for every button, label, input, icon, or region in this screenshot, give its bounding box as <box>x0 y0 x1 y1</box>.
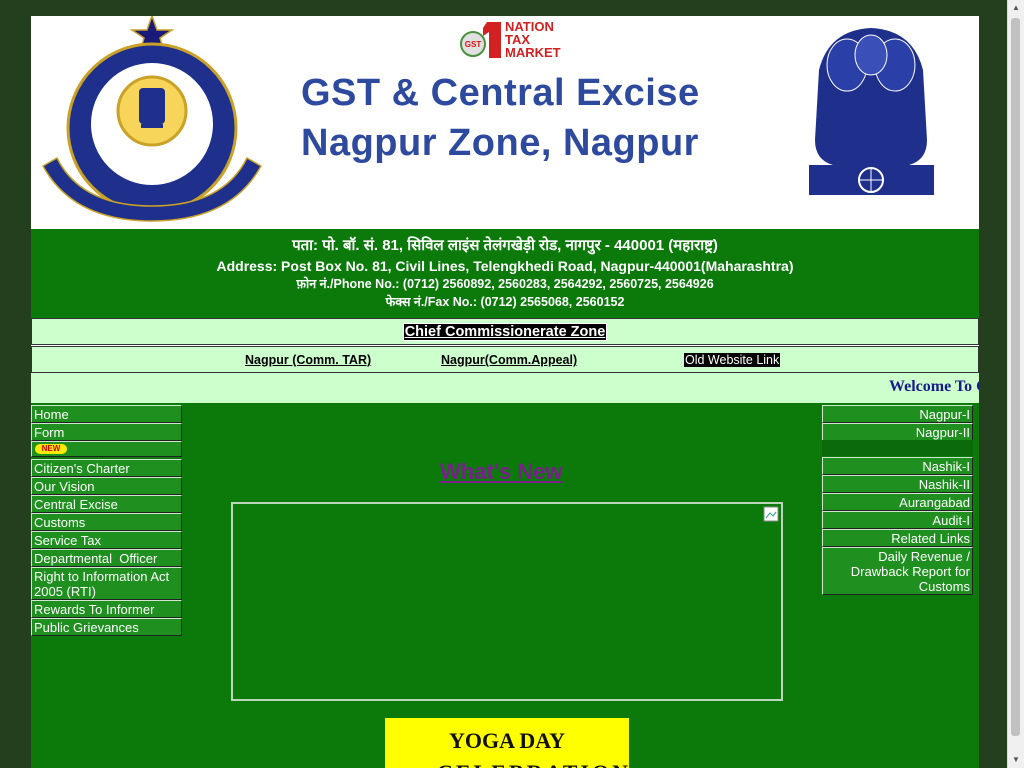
welcome-marquee: Welcome To C <box>31 373 979 403</box>
menu-audit-1[interactable]: Audit-I <box>822 511 973 529</box>
phone-numbers: फ़ोन नं./Phone No.: (0712) 2560892, 2560… <box>296 277 714 291</box>
page-container: GST NATION TAX MARKET GST & Central Exci… <box>31 16 979 768</box>
nagpur-comm-appeal-link[interactable]: Nagpur(Comm.Appeal) <box>441 353 577 367</box>
menu-rewards-informer[interactable]: Rewards To Informer <box>31 600 182 618</box>
vertical-scrollbar[interactable]: ▲ ▼ <box>1007 0 1024 768</box>
scroll-down-arrow-icon[interactable]: ▼ <box>1008 752 1024 768</box>
commissionerate-links-row: Nagpur (Comm. TAR) Nagpur(Comm.Appeal) O… <box>31 346 979 373</box>
menu-service-tax[interactable]: Service Tax <box>31 531 182 549</box>
menu-home[interactable]: Home <box>31 405 182 423</box>
one-nation-tax-market-logo-icon: GST NATION TAX MARKET <box>460 19 561 60</box>
menu-nashik-2[interactable]: Nashik-II <box>822 475 973 493</box>
address-block: पता: पो. बॉ. सं. 81, सिविल लाइंस तेलंगखे… <box>31 229 979 318</box>
right-menu-spacer <box>822 440 973 456</box>
menu-customs[interactable]: Customs <box>31 513 182 531</box>
scroll-up-arrow-icon[interactable]: ▲ <box>1008 0 1024 16</box>
menu-central-excise[interactable]: Central Excise <box>31 495 182 513</box>
new-badge-icon: NEW <box>35 444 67 454</box>
menu-rti[interactable]: Right to Information Act 2005 (RTI) <box>31 567 182 600</box>
header-banner: GST NATION TAX MARKET GST & Central Exci… <box>31 16 979 229</box>
menu-citizens-charter[interactable]: Citizen's Charter <box>31 459 182 477</box>
menu-nashik-1[interactable]: Nashik-I <box>822 457 973 475</box>
svg-text:MARKET: MARKET <box>505 45 561 60</box>
menu-public-grievances[interactable]: Public Grievances <box>31 618 182 636</box>
site-title-line2: Nagpur Zone, Nagpur <box>301 122 699 164</box>
menu-related-links[interactable]: Related Links <box>822 529 973 547</box>
whats-new-heading[interactable]: What's New <box>440 459 563 485</box>
broken-image-icon <box>763 506 779 522</box>
old-website-link[interactable]: Old Website Link <box>684 353 781 367</box>
menu-nagpur-1[interactable]: Nagpur-I <box>822 405 973 423</box>
fax-numbers: फेक्स नं./Fax No.: (0712) 2565068, 25601… <box>385 295 625 309</box>
yoga-day-banner[interactable]: YOGA DAY CELEBRATION <box>385 718 629 768</box>
address-hindi: पता: पो. बॉ. सं. 81, सिविल लाइंस तेलंगखे… <box>292 237 718 254</box>
address-english: Address: Post Box No. 81, Civil Lines, T… <box>216 258 794 274</box>
menu-nagpur-2[interactable]: Nagpur-II <box>822 423 973 441</box>
chief-commissionerate-zone-link[interactable]: Chief Commissionerate Zone <box>402 323 608 341</box>
customs-excise-emblem-icon <box>41 16 263 222</box>
menu-new-item[interactable]: NEW <box>31 441 182 457</box>
main-content: Home Form NEW Citizen's Charter Our Visi… <box>31 403 979 768</box>
zone-row: Chief Commissionerate Zone <box>31 318 979 345</box>
menu-departmental-officer[interactable]: Departmental Officer <box>31 549 182 567</box>
menu-daily-revenue-report[interactable]: Daily Revenue / Drawback Report for Cust… <box>822 547 973 595</box>
scrollbar-thumb[interactable] <box>1011 18 1020 736</box>
menu-form[interactable]: Form <box>31 423 182 441</box>
yoga-day-title: YOGA DAY <box>449 728 565 753</box>
nagpur-comm-tar-link[interactable]: Nagpur (Comm. TAR) <box>245 353 371 367</box>
news-panel <box>231 502 783 701</box>
welcome-text: Welcome To C <box>889 378 979 395</box>
national-emblem-icon <box>809 28 934 195</box>
svg-text:GST: GST <box>465 40 482 49</box>
menu-our-vision[interactable]: Our Vision <box>31 477 182 495</box>
menu-aurangabad[interactable]: Aurangabad <box>822 493 973 511</box>
yoga-day-subtitle: CELEBRATION <box>437 760 631 768</box>
site-title-line1: GST & Central Excise <box>301 72 700 114</box>
